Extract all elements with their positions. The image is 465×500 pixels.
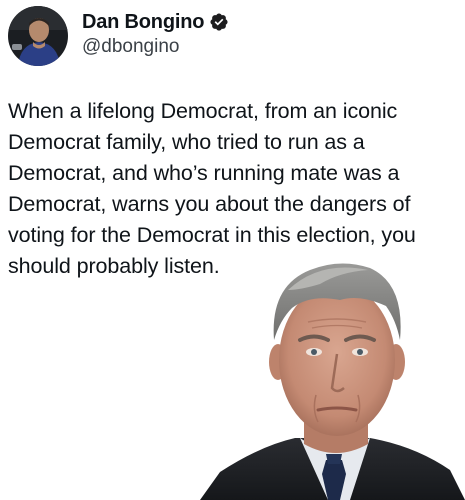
display-name-row: Dan Bongino — [82, 11, 229, 34]
portrait-image — [200, 263, 465, 500]
post-header: Dan Bongino @dbongino — [8, 6, 229, 66]
author-display-name[interactable]: Dan Bongino — [82, 11, 204, 34]
author-names: Dan Bongino @dbongino — [82, 11, 229, 58]
avatar-image — [8, 6, 68, 66]
post-text: When a lifelong Democrat, from an iconic… — [8, 99, 416, 278]
post-photo[interactable] — [200, 250, 465, 500]
post-card: Dan Bongino @dbongino When a lifelong De… — [0, 0, 465, 500]
author-handle[interactable]: @dbongino — [82, 36, 229, 58]
verified-badge-icon — [209, 12, 229, 32]
avatar[interactable] — [8, 6, 68, 66]
